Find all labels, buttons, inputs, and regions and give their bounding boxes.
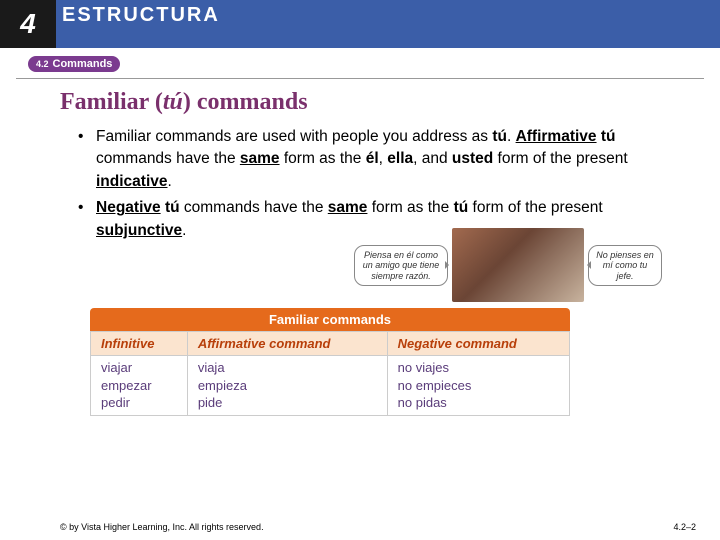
table-cell: viajarempezarpedir	[91, 356, 188, 416]
speech-bubble-right: No pienses en mí como tu jefe.	[588, 245, 662, 286]
page-number: 4.2–2	[673, 522, 696, 532]
text-run: commands have the	[180, 199, 328, 216]
text-run: tú	[492, 128, 507, 145]
bullet-list: Familiar commands are used with people y…	[60, 126, 664, 242]
section-tab-row: 4.2 Commands	[0, 48, 720, 76]
text-run: Affirmative	[516, 128, 597, 145]
speech-bubble-left: Piensa en él como un amigo que tiene sie…	[354, 245, 448, 286]
table-title: Familiar commands	[90, 308, 570, 331]
table-body: viajarempezarpedirviajaempiezapideno via…	[91, 356, 570, 416]
chapter-number: 4	[0, 0, 56, 48]
text-run: tú	[454, 199, 469, 216]
text-run: .	[507, 128, 516, 145]
table-row: viajarempezarpedirviajaempiezapideno via…	[91, 356, 570, 416]
text-run: usted	[452, 150, 493, 167]
text-run: .	[182, 222, 186, 239]
section-tab: 4.2 Commands	[28, 56, 120, 72]
text-run: form as the	[280, 150, 366, 167]
table-cell: no viajesno empiecesno pidas	[387, 356, 569, 416]
text-run: same	[240, 150, 280, 167]
text-run: él	[366, 150, 379, 167]
text-run: ,	[379, 150, 388, 167]
commands-table: InfinitiveAffirmative commandNegative co…	[90, 331, 570, 416]
table-cell: viajaempiezapide	[187, 356, 387, 416]
text-run: commands have the	[96, 150, 240, 167]
text-run: ella	[387, 150, 413, 167]
slide-content: Familiar (tú) commands Familiar commands…	[0, 79, 720, 416]
title-suffix: ) commands	[183, 89, 308, 115]
bullet-item: Familiar commands are used with people y…	[78, 126, 664, 193]
bullet-item: Negative tú commands have the same form …	[78, 197, 664, 242]
top-banner: 4 ESTRUCTURA	[0, 0, 720, 48]
table-header-cell: Infinitive	[91, 332, 188, 356]
structure-title: ESTRUCTURA	[56, 0, 220, 48]
text-run: Familiar commands are used with people y…	[96, 128, 492, 145]
table-header-cell: Negative command	[387, 332, 569, 356]
text-run: form of the present	[493, 150, 627, 167]
slide-title: Familiar (tú) commands	[60, 89, 664, 116]
section-number: 4.2	[36, 59, 49, 69]
text-run: form as the	[367, 199, 453, 216]
text-run: , and	[413, 150, 452, 167]
title-prefix: Familiar (	[60, 89, 163, 115]
table-header-row: InfinitiveAffirmative commandNegative co…	[91, 332, 570, 356]
section-label: Commands	[53, 58, 113, 70]
text-run: form of the present	[468, 199, 602, 216]
text-run: indicative	[96, 173, 168, 190]
copyright-text: © by Vista Higher Learning, Inc. All rig…	[60, 522, 264, 532]
text-run: .	[168, 173, 172, 190]
text-run: same	[328, 199, 368, 216]
commands-table-wrap: Familiar commands InfinitiveAffirmative …	[90, 308, 570, 416]
text-run: Negative	[96, 199, 161, 216]
footer: © by Vista Higher Learning, Inc. All rig…	[60, 522, 696, 532]
text-run: tú	[601, 128, 616, 145]
text-run: tú	[165, 199, 180, 216]
text-run: subjunctive	[96, 222, 182, 239]
title-italic: tú	[163, 89, 183, 115]
table-header-cell: Affirmative command	[187, 332, 387, 356]
